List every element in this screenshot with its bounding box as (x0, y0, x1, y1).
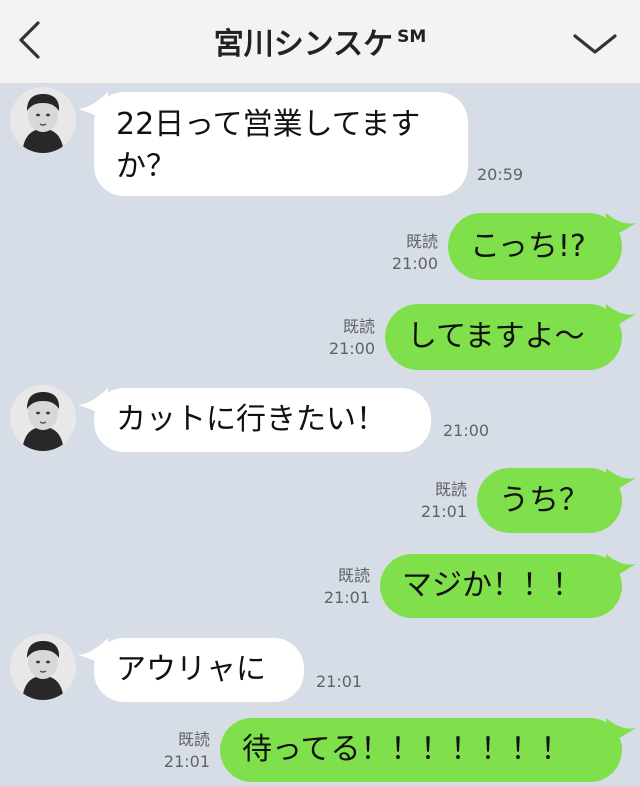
user-avatar-icon (10, 385, 76, 451)
chat-header: 宮川シンスケ SM (0, 0, 640, 84)
outgoing-bubble-tail (606, 468, 636, 496)
chevron-down-icon (573, 34, 617, 54)
message-time: 21:01 (163, 752, 210, 771)
message-time: 21:01 (316, 672, 363, 691)
outgoing-message-bubble[interactable]: してますよ〜 (385, 304, 622, 370)
outgoing-bubble-tail (606, 213, 636, 241)
message-text: うち？ (499, 483, 589, 518)
outgoing-bubble-tail (606, 304, 636, 332)
message-meta: 既読 21:01 (417, 479, 467, 523)
message-text: 待ってる！！！！！！！ (242, 732, 571, 767)
message-text: マジか！！！ (402, 568, 582, 603)
chat-title: 宮川シンスケ SM (0, 18, 640, 64)
incoming-message-bubble[interactable]: カットに行きたい！ (94, 388, 431, 452)
chat-title-suffix: SM (397, 27, 427, 47)
avatar[interactable] (10, 87, 76, 153)
outgoing-message-bubble[interactable]: うち？ (477, 468, 622, 533)
user-avatar-icon (10, 87, 76, 153)
message-time: 21:00 (328, 339, 375, 358)
message-text: してますよ〜 (407, 319, 585, 354)
message-text-line: か？ (116, 149, 176, 184)
message-text: カットに行きたい！ (116, 402, 386, 437)
message-time: 21:00 (443, 421, 490, 440)
chat-options-button[interactable] (568, 22, 622, 66)
message-text: アウリャに (116, 652, 266, 687)
message-meta: 既読 21:00 (325, 316, 375, 360)
outgoing-bubble-tail (606, 718, 636, 746)
message-meta: 既読 21:01 (160, 729, 210, 773)
outgoing-bubble-tail (606, 554, 636, 582)
incoming-message-bubble[interactable]: アウリャに (94, 638, 304, 702)
read-receipt: 既読 (177, 730, 210, 749)
message-time: 21:01 (323, 588, 370, 607)
outgoing-message-bubble[interactable]: マジか！！！ (380, 554, 622, 618)
read-receipt: 既読 (434, 480, 467, 499)
read-receipt: 既読 (405, 232, 438, 251)
message-time: 21:00 (391, 254, 438, 273)
incoming-message-bubble[interactable]: 22日って営業してます か？ (94, 92, 468, 196)
read-receipt: 既読 (337, 566, 370, 585)
avatar[interactable] (10, 385, 76, 451)
message-meta: 既読 21:01 (320, 565, 370, 609)
message-meta: 既読 21:00 (388, 231, 438, 275)
avatar[interactable] (10, 634, 76, 700)
message-text: こっち!? (470, 229, 586, 264)
outgoing-message-bubble[interactable]: こっち!? (448, 213, 622, 280)
read-receipt: 既読 (342, 317, 375, 336)
message-time: 21:01 (420, 502, 467, 521)
message-time: 20:59 (477, 165, 524, 184)
message-text-line: 22日って営業してます (116, 107, 421, 142)
user-avatar-icon (10, 634, 76, 700)
chat-title-name: 宮川シンスケ (213, 27, 394, 62)
outgoing-message-bubble[interactable]: 待ってる！！！！！！！ (220, 718, 622, 782)
